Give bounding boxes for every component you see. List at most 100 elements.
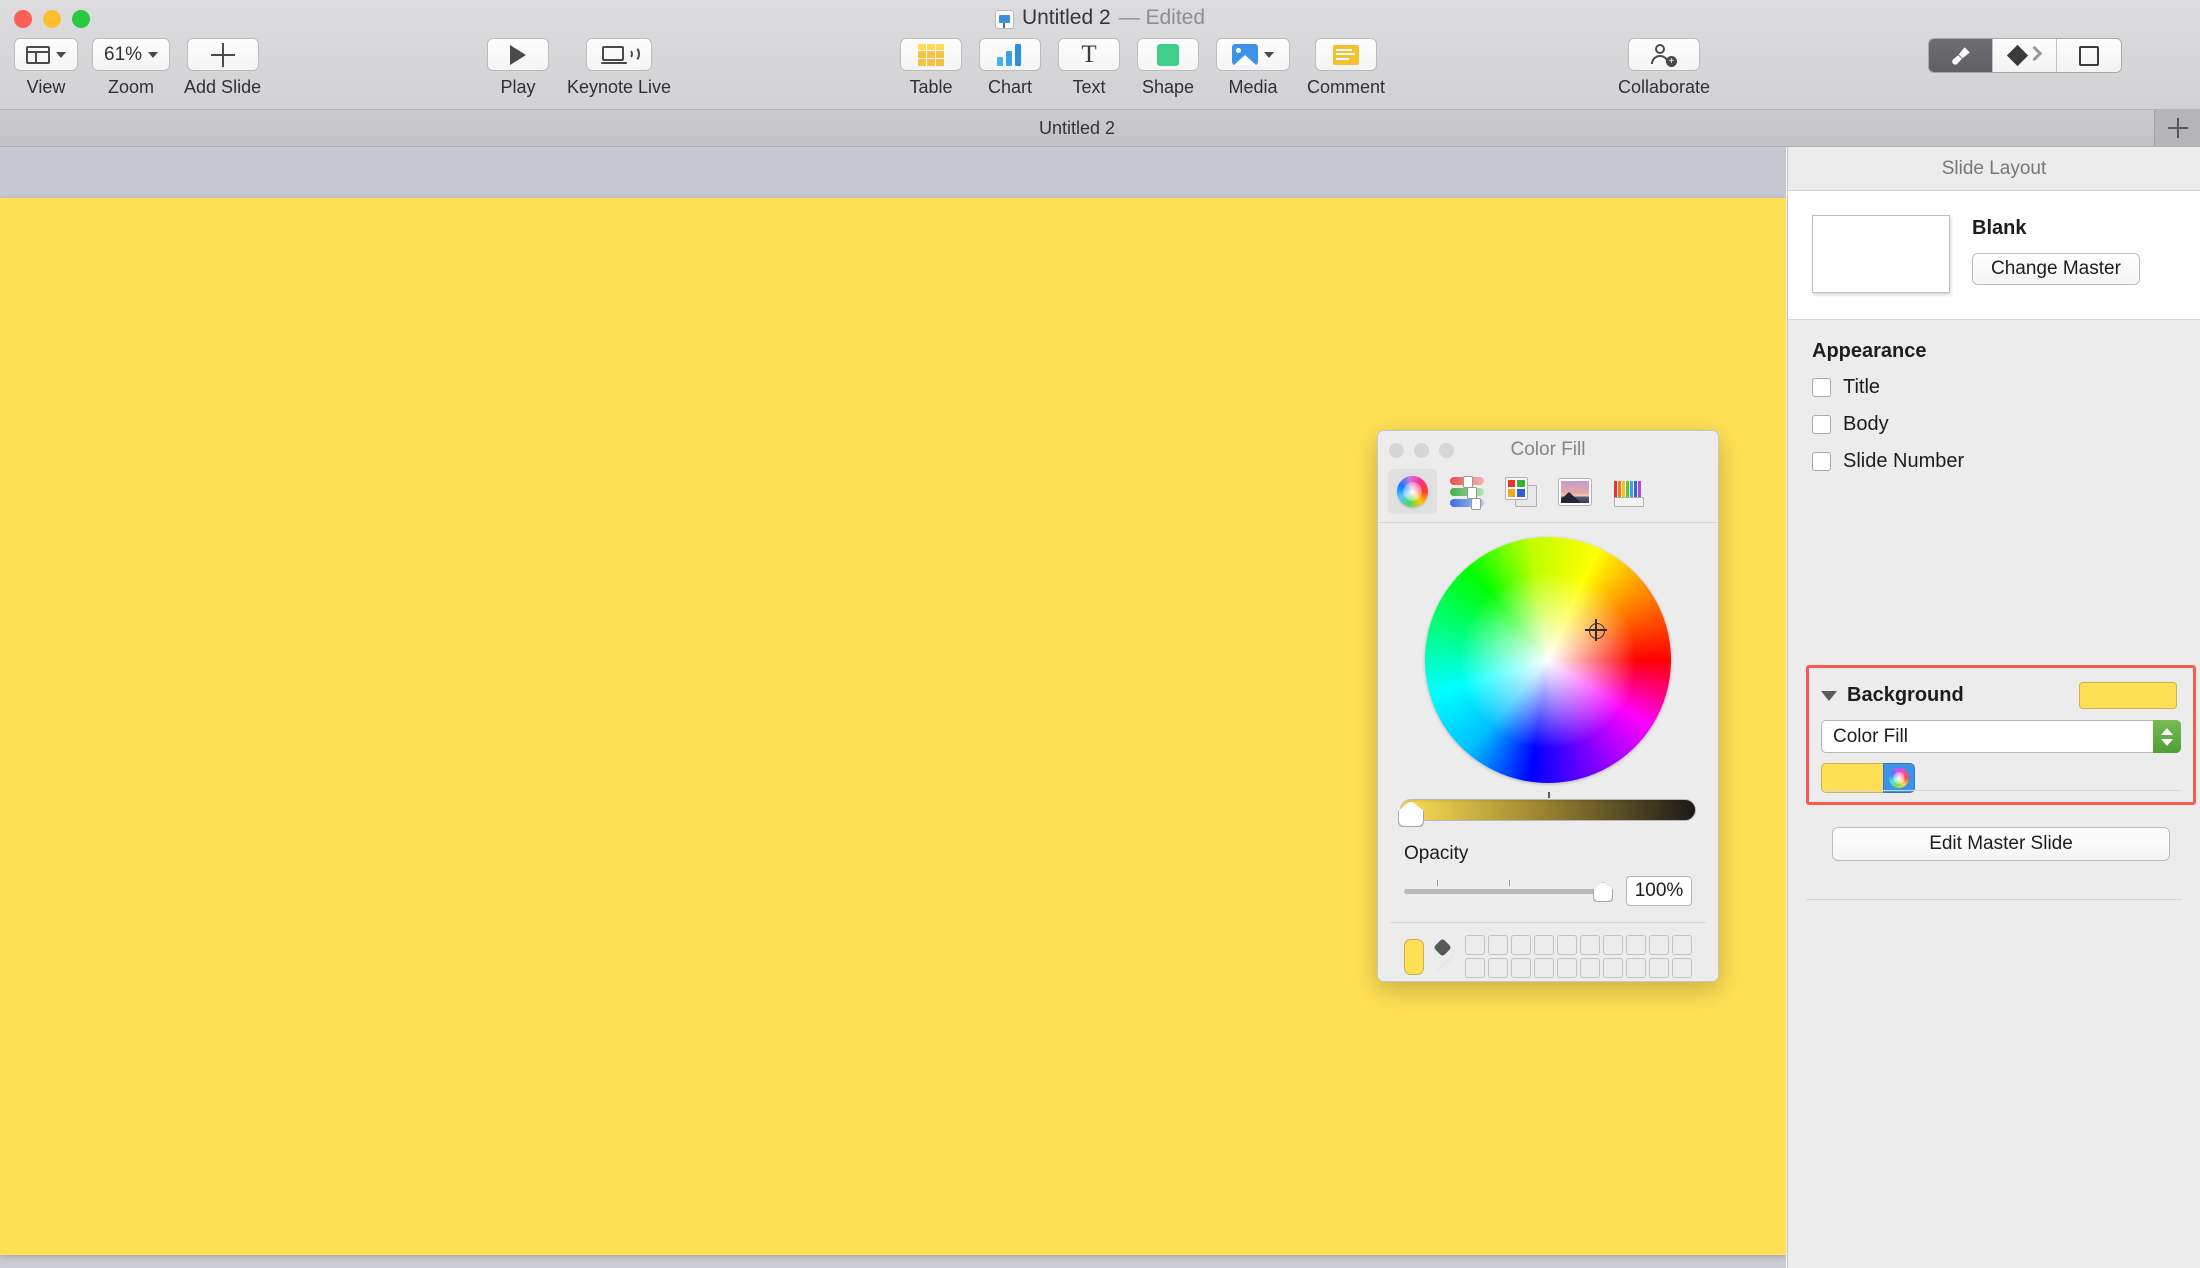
text-button[interactable]: T — [1058, 38, 1120, 71]
background-section-highlight: Background Color Fill — [1806, 665, 2196, 805]
appearance-title: Appearance — [1812, 340, 1927, 362]
checkbox-slide-number[interactable] — [1812, 452, 1831, 471]
tab-format[interactable] — [1929, 39, 1993, 72]
tab-document[interactable] — [2057, 39, 2121, 72]
master-thumbnail[interactable] — [1812, 215, 1950, 293]
swatch-cell[interactable] — [1649, 958, 1669, 978]
color-wheel-tab[interactable] — [1388, 469, 1437, 514]
opacity-thumb[interactable] — [1593, 882, 1613, 902]
swatch-cell[interactable] — [1534, 935, 1554, 955]
shape-tool[interactable]: Shape — [1137, 38, 1199, 98]
change-master-button[interactable]: Change Master — [1972, 253, 2140, 285]
brightness-track[interactable] — [1400, 799, 1696, 821]
opacity-tick — [1508, 880, 1510, 886]
opacity-slider[interactable] — [1404, 880, 1613, 902]
pencils-tab[interactable] — [1604, 469, 1653, 514]
swatch-cell[interactable] — [1626, 958, 1646, 978]
checkbox-title[interactable] — [1812, 378, 1831, 397]
chart-icon — [997, 43, 1023, 66]
swatch-cell[interactable] — [1672, 935, 1692, 955]
media-tool[interactable]: Media — [1216, 38, 1290, 98]
collaborate-button[interactable]: + — [1628, 38, 1701, 71]
swatch-cell[interactable] — [1511, 935, 1531, 955]
brightness-slider[interactable] — [1398, 792, 1696, 827]
color-panel-body: Opacity 100% — [1378, 522, 1718, 981]
eyedropper-icon[interactable] — [1433, 937, 1455, 973]
zoom-button-control[interactable]: 61% — [92, 38, 171, 71]
background-header[interactable]: Background — [1809, 668, 2193, 709]
add-tab-button[interactable] — [2154, 110, 2200, 146]
fill-type-value: Color Fill — [1833, 725, 1908, 747]
swatch-cell[interactable] — [1557, 958, 1577, 978]
media-button[interactable] — [1216, 38, 1290, 71]
keynote-live-tool[interactable]: Keynote Live — [567, 38, 671, 98]
document-tab[interactable]: Untitled 2 — [0, 118, 2154, 139]
swatch-cell[interactable] — [1603, 935, 1623, 955]
play-tool[interactable]: Play — [487, 38, 549, 98]
swatch-cell[interactable] — [1580, 958, 1600, 978]
keynote-live-button[interactable] — [586, 38, 653, 71]
open-color-wheel-button[interactable] — [1883, 763, 1915, 793]
appearance-option-title[interactable]: Title — [1812, 376, 2176, 399]
inspector-tab-group[interactable] — [1928, 38, 2122, 73]
color-panel-zoom-button[interactable] — [1439, 443, 1454, 458]
comment-tool[interactable]: Comment — [1307, 38, 1385, 98]
current-color-swatch[interactable] — [1404, 938, 1425, 975]
comment-label: Comment — [1307, 77, 1386, 97]
collaborate-tool[interactable]: + Collaborate — [1618, 38, 1710, 98]
table-tool[interactable]: Table — [900, 38, 962, 98]
color-palettes-tab[interactable] — [1496, 469, 1545, 514]
background-color-swatch[interactable] — [2079, 682, 2177, 709]
play-button[interactable] — [487, 38, 549, 71]
color-sliders-tab[interactable] — [1442, 469, 1491, 514]
image-palettes-tab[interactable] — [1550, 469, 1599, 514]
view-button[interactable] — [14, 38, 78, 71]
appearance-option-body[interactable]: Body — [1812, 413, 2176, 436]
color-wheel-picker[interactable] — [1425, 537, 1671, 783]
add-slide-tool[interactable]: Add Slide — [184, 38, 261, 98]
edit-master-slide-button[interactable]: Edit Master Slide — [1832, 827, 2170, 861]
color-panel-close-button[interactable] — [1389, 443, 1404, 458]
color-wheel-icon — [1889, 768, 1909, 788]
checkbox-body[interactable] — [1812, 415, 1831, 434]
color-panel-minimize-button[interactable] — [1414, 443, 1429, 458]
chart-tool[interactable]: Chart — [979, 38, 1041, 98]
swatch-cell[interactable] — [1465, 958, 1485, 978]
swatch-cell[interactable] — [1488, 958, 1508, 978]
checkbox-title-label: Title — [1843, 376, 1881, 398]
swatch-cell[interactable] — [1672, 958, 1692, 978]
comment-button[interactable] — [1315, 38, 1378, 71]
fill-type-select[interactable]: Color Fill — [1821, 720, 2181, 753]
text-tool[interactable]: T Text — [1058, 38, 1120, 98]
chart-label: Chart — [987, 77, 1032, 97]
swatch-cell[interactable] — [1557, 935, 1577, 955]
color-wheel-crosshair[interactable] — [1585, 619, 1607, 641]
fill-color-swatch[interactable] — [1821, 763, 1883, 793]
swatch-cell[interactable] — [1534, 958, 1554, 978]
animate-diamond-icon — [2006, 44, 2042, 67]
swatch-cell[interactable] — [1511, 958, 1531, 978]
swatch-cell[interactable] — [1649, 935, 1669, 955]
table-button[interactable] — [900, 38, 962, 71]
toolbar-insert-group: Table Chart T Text Shape Media Comment — [900, 38, 1385, 98]
tab-animate[interactable] — [1993, 39, 2057, 72]
swatch-cell[interactable] — [1626, 935, 1646, 955]
swatch-cell[interactable] — [1488, 935, 1508, 955]
shape-button[interactable] — [1137, 38, 1199, 71]
color-fill-panel[interactable]: Color Fill Opacity 100% — [1377, 430, 1719, 982]
saved-swatches-grid[interactable] — [1465, 935, 1692, 978]
fill-type-row: Color Fill — [1809, 709, 2193, 753]
zoom-tool[interactable]: 61% Zoom — [92, 38, 171, 98]
add-slide-button[interactable] — [186, 38, 259, 71]
chart-button[interactable] — [979, 38, 1041, 71]
swatch-cell[interactable] — [1603, 958, 1623, 978]
triangle-down-icon[interactable] — [1821, 690, 1837, 701]
opacity-track[interactable] — [1404, 889, 1613, 894]
swatch-cell[interactable] — [1465, 935, 1485, 955]
view-tool[interactable]: View — [14, 38, 78, 98]
image-palette-icon — [1558, 478, 1591, 505]
opacity-value-field[interactable]: 100% — [1626, 876, 1692, 906]
swatch-cell[interactable] — [1580, 935, 1600, 955]
appearance-option-slide-number[interactable]: Slide Number — [1812, 450, 2176, 473]
stepper-arrows-icon[interactable] — [2153, 720, 2181, 753]
